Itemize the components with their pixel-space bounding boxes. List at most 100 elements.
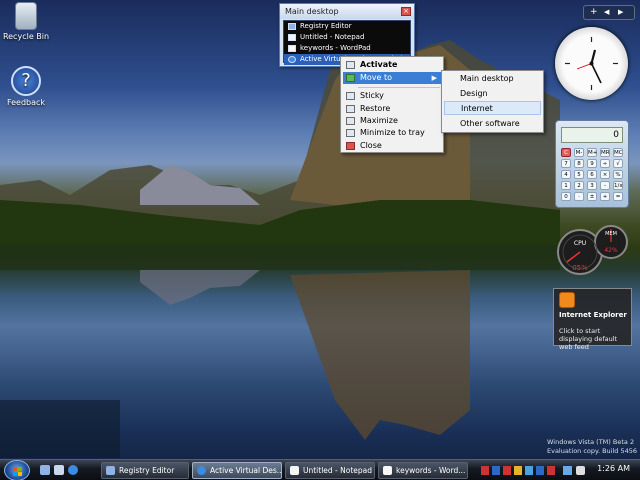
calculator-key[interactable]: + [600,192,610,201]
windows-logo-icon [13,467,22,476]
clock-hour-hand [590,49,597,64]
mem-label: MEM [605,231,617,237]
menu-item-activate[interactable]: Activate [343,59,441,71]
submenu-item-other-software[interactable]: Other software [444,117,541,131]
calculator-key[interactable]: ÷ [600,159,610,168]
add-gadget-icon[interactable]: + [590,6,598,19]
menu-item-sticky[interactable]: Sticky [343,90,441,102]
calculator-key[interactable]: 0 [561,192,571,201]
registry-editor-icon [106,466,115,475]
tray-icon-1[interactable] [481,466,489,475]
tray-icon-7[interactable] [547,466,555,475]
gadget-next-icon[interactable]: ▶ [618,6,623,19]
volume-icon[interactable] [576,466,585,475]
calculator-display: 0 [561,127,623,143]
menu-item-restore[interactable]: Restore [343,103,441,115]
feed-title: Internet Explorer [559,311,627,319]
taskbar-button-active-virtual-desktop[interactable]: Active Virtual Des... [192,462,282,479]
calculator-key[interactable]: 1/x [613,181,623,190]
submenu-item-internet[interactable]: Internet [444,101,541,115]
recycle-bin-icon [15,2,37,30]
calculator-key[interactable]: √ [613,159,623,168]
registry-editor-icon [288,23,296,30]
calculator-key[interactable]: 5 [574,170,584,179]
switch-windows-icon[interactable] [54,465,64,475]
menu-separator [358,87,440,88]
switcher-close-button[interactable]: × [401,7,411,16]
calculator-key[interactable]: 9 [587,159,597,168]
tray-icon-2[interactable] [492,466,500,475]
notification-area: 1:26 AM [479,463,638,479]
restore-icon [346,105,355,113]
cpu-label: CPU [574,240,586,247]
calculator-key[interactable]: 3 [587,181,597,190]
taskbar-button-wordpad[interactable]: keywords - Word... [378,462,468,479]
clock-face [565,37,618,90]
submenu-item-main-desktop[interactable]: Main desktop [444,72,541,86]
maximize-icon [346,117,355,125]
ie-icon [197,466,206,475]
rss-feed-icon [559,292,575,308]
notepad-icon [288,34,296,41]
switcher-item-wordpad[interactable]: keywords - WordPad [284,43,410,54]
calculator-key[interactable]: MR [600,148,610,157]
switcher-item-registry-editor[interactable]: Registry Editor [284,21,410,32]
watermark-line-2: Evaluation copy. Build 5456 [547,447,638,455]
calculator-key[interactable]: M- [574,148,584,157]
menu-item-move-to[interactable]: Move to ▶ [343,72,441,84]
calculator-key[interactable]: 7 [561,159,571,168]
wallpaper-landscape [0,30,560,458]
calculator-key[interactable]: - [600,181,610,190]
evaluation-watermark: Windows Vista (TM) Beta 2 Evaluation cop… [547,438,639,456]
calculator-key[interactable]: % [613,170,623,179]
feedback-shortcut[interactable]: ? Feedback [0,66,52,107]
taskbar-button-registry-editor[interactable]: Registry Editor [101,462,189,479]
calculator-key[interactable]: 1 [561,181,571,190]
calculator-key[interactable]: M+ [587,148,597,157]
switcher-item-notepad[interactable]: Untitled - Notepad [284,32,410,43]
calculator-key[interactable]: MC [613,148,623,157]
move-to-submenu: Main desktop Design Internet Other softw… [441,70,544,133]
tray-icon-4[interactable] [514,466,522,475]
window-context-menu: Activate Move to ▶ Sticky Restore Maximiz… [340,56,444,153]
wordpad-icon [383,466,392,475]
calculator-key[interactable]: 2 [574,181,584,190]
feed-headlines-gadget[interactable]: Internet Explorer Click to start display… [553,288,632,351]
wordpad-icon [288,45,296,52]
calculator-key[interactable]: C [561,148,571,157]
tray-icon-6[interactable] [536,466,544,475]
menu-item-minimize-to-tray[interactable]: Minimize to tray [343,127,441,139]
calculator-key[interactable]: 4 [561,170,571,179]
clock-gadget[interactable] [555,27,628,100]
calculator-key[interactable]: × [600,170,610,179]
calculator-key[interactable]: ± [587,192,597,201]
feedback-icon: ? [11,66,41,96]
calculator-key[interactable]: = [613,192,623,201]
feed-body: Click to start displaying default web fe… [559,327,618,351]
tray-icon-3[interactable] [503,466,511,475]
calculator-key[interactable]: · [574,192,584,201]
tray-icon-5[interactable] [525,466,533,475]
calculator-key[interactable]: 6 [587,170,597,179]
cpu-value: 05% [572,264,588,272]
taskbar-clock[interactable]: 1:26 AM [597,464,630,473]
clock-second-hand [576,63,592,70]
menu-item-close[interactable]: Close [343,140,441,152]
gadget-prev-icon[interactable]: ◀ [604,6,609,19]
sticky-icon [346,92,355,100]
switcher-title: Main desktop [280,4,414,19]
show-desktop-icon[interactable] [40,465,50,475]
start-button[interactable] [4,460,30,480]
network-icon[interactable] [563,466,572,475]
feedback-label: Feedback [6,98,46,107]
submenu-item-design[interactable]: Design [444,87,541,101]
calculator-key[interactable]: 8 [574,159,584,168]
taskbar-button-notepad[interactable]: Untitled - Notepad [285,462,375,479]
menu-item-maximize[interactable]: Maximize [343,115,441,127]
activate-icon [346,61,355,69]
clock-minute-hand [590,63,602,84]
recycle-bin-shortcut[interactable]: Recycle Bin [0,2,52,41]
internet-explorer-icon[interactable] [68,465,78,475]
notepad-icon [290,466,299,475]
close-icon [346,142,355,150]
